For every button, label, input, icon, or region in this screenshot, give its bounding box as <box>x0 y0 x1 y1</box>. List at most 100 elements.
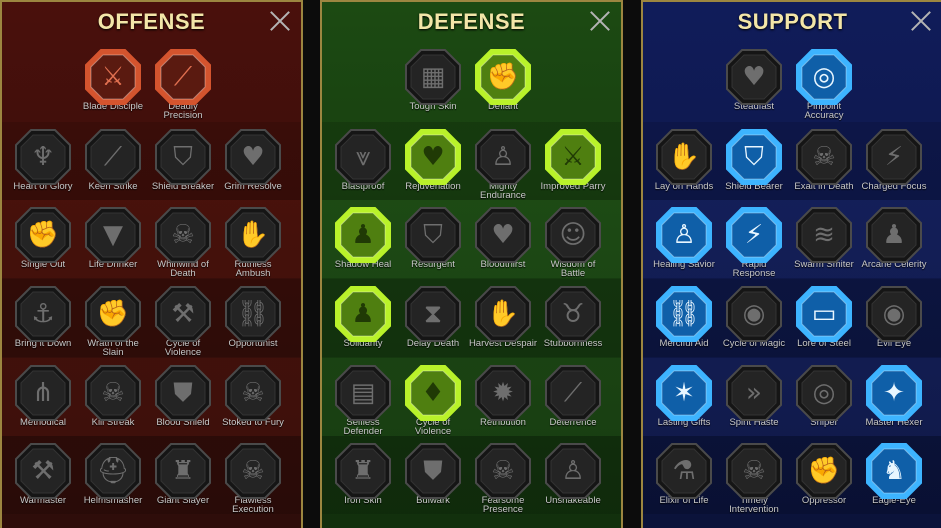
skill-evil-eye[interactable]: ◉ Evil Eye <box>859 285 929 348</box>
skill-flawless-execution[interactable]: ☠ Flawless Execution <box>218 442 288 514</box>
skill-blastproof[interactable]: ⩔ Blastproof <box>328 128 398 191</box>
skill-charged-focus[interactable]: ⚡ Charged Focus <box>859 128 929 191</box>
skill-defiant[interactable]: ✊ Defiant <box>468 48 538 111</box>
skill-retribution[interactable]: ✹ Retribution <box>468 364 538 427</box>
skill-octagon: ▦ <box>404 48 462 106</box>
skill-heart-of-glory[interactable]: ♆ Heart of Glory <box>8 128 78 191</box>
skill-helmsmasher[interactable]: ⛑ Helmsmasher <box>78 442 148 505</box>
skill-shadow-heal[interactable]: ♟ Shadow Heal <box>328 206 398 269</box>
skill-improved-parry[interactable]: ⚔ Improved Parry <box>538 128 608 191</box>
skill-single-out[interactable]: ✊ Single Out <box>8 206 78 269</box>
skill-merciful-aid[interactable]: ⛓ Merciful Aid <box>649 285 719 348</box>
charged-arm-icon: ⚡ <box>884 142 904 172</box>
skill-pinpoint-accuracy[interactable]: ◎ Pinpoint Accuracy <box>789 48 859 120</box>
skill-delay-death[interactable]: ⧗ Delay Death <box>398 285 468 348</box>
skill-shield-bearer[interactable]: ⛉ Shield Bearer <box>719 128 789 191</box>
skill-octagon: ⋔ <box>14 364 72 422</box>
skill-shield-breaker[interactable]: ⛉ Shield Breaker <box>148 128 218 191</box>
skill-selfless-defender[interactable]: ▤ Selfless Defender <box>328 364 398 436</box>
skill-lay-on-hands[interactable]: ✋ Lay on Hands <box>649 128 719 191</box>
skill-octagon: ◎ <box>795 48 853 106</box>
skill-swarm-smiter[interactable]: ≋ Swarm Smiter <box>789 206 859 269</box>
skill-wisdom-of-battle[interactable]: ☺ Wisdom of Battle <box>538 206 608 278</box>
skill-cycle-of-magic[interactable]: ◉ Cycle of Magic <box>719 285 789 348</box>
skill-bring-it-down[interactable]: ⚓ Bring it Down <box>8 285 78 348</box>
skill-blood-shield[interactable]: ⛊ Blood Shield <box>148 364 218 427</box>
support-panel: SUPPORT ♥ Steadfast ◎ Pinpoint Accuracy ✋ Lay… <box>641 0 941 528</box>
skill-octagon: ♟ <box>334 206 392 264</box>
panel-title: DEFENSE <box>417 9 526 34</box>
skill-stoked-to-fury[interactable]: ☠ Stoked to Fury <box>218 364 288 427</box>
skill-blade-disciple[interactable]: ⚔ Blade Disciple <box>78 48 148 111</box>
skill-iron-skin[interactable]: ♜ Iron Skin <box>328 442 398 505</box>
skill-sniper[interactable]: ◎ Sniper <box>789 364 859 427</box>
skill-unshakeable[interactable]: ♙ Unshakeable <box>538 442 608 505</box>
skill-octagon: ⟋ <box>84 128 142 186</box>
skill-lasting-gifts[interactable]: ✶ Lasting Gifts <box>649 364 719 427</box>
skill-lore-of-steel[interactable]: ▭ Lore of Steel <box>789 285 859 348</box>
skill-spirit-haste[interactable]: » Spirit Haste <box>719 364 789 427</box>
skill-elixir-of-life[interactable]: ⚗ Elixir of Life <box>649 442 719 505</box>
skill-timely-intervention[interactable]: ☠ Timely Intervention <box>719 442 789 514</box>
skill-wrath-of-the-slain[interactable]: ✊ Wrath of the Slain <box>78 285 148 357</box>
skill-octagon: ⩔ <box>334 128 392 186</box>
skill-octagon: ⛑ <box>84 442 142 500</box>
flexing-warrior-icon: ♙ <box>561 456 585 486</box>
crushing-fist-icon: ✊ <box>807 456 841 486</box>
skill-keen-strike[interactable]: ⟋ Keen Strike <box>78 128 148 191</box>
skill-cycle-of-violence[interactable]: ♦ Cycle of Violence <box>398 364 468 436</box>
skill-deadly-precision[interactable]: ⟋ Deadly Precision <box>148 48 218 120</box>
skill-steadfast[interactable]: ♥ Steadfast <box>719 48 789 111</box>
skill-healing-savior[interactable]: ♙ Healing Savior <box>649 206 719 269</box>
skill-kill-streak[interactable]: ☠ Kill Streak <box>78 364 148 427</box>
raised-fist-icon: ✊ <box>486 62 520 92</box>
close-icon[interactable] <box>910 10 932 32</box>
chained-figure-icon: ⛓ <box>667 299 701 329</box>
lightning-icon: ⚡ <box>744 220 764 250</box>
skill-fearsome-presence[interactable]: ☠ Fearsome Presence <box>468 442 538 514</box>
skill-solidarity[interactable]: ♟ Solidarity <box>328 285 398 348</box>
close-icon[interactable] <box>269 10 291 32</box>
skill-giant-slayer[interactable]: ♜ Giant Slayer <box>148 442 218 505</box>
skill-grim-resolve[interactable]: ♥ Grim Resolve <box>218 128 288 191</box>
skill-deterrence[interactable]: ⟋ Deterrence <box>538 364 608 427</box>
skill-mighty-endurance[interactable]: ♙ Mighty Endurance <box>468 128 538 200</box>
skill-exalt-in-death[interactable]: ☠ Exalt in Death <box>789 128 859 191</box>
spiked-heart-icon: ♥ <box>241 142 265 172</box>
skill-methodical[interactable]: ⋔ Methodical <box>8 364 78 427</box>
skill-rapid-response[interactable]: ⚡ Rapid Response <box>719 206 789 278</box>
skill-octagon: ◉ <box>865 285 923 343</box>
skill-warmaster[interactable]: ⚒ Warmaster <box>8 442 78 505</box>
skill-opportunist[interactable]: ⛓ Opportunist <box>218 285 288 348</box>
skill-ruthless-ambush[interactable]: ✋ Ruthless Ambush <box>218 206 288 278</box>
skill-octagon: ♦ <box>404 364 462 422</box>
skill-oppressor[interactable]: ✊ Oppressor <box>789 442 859 505</box>
broken-shield-icon: ⛉ <box>173 142 193 172</box>
magic-orb-icon: ◉ <box>742 299 766 329</box>
skill-master-hexer[interactable]: ✦ Master Hexer <box>859 364 929 427</box>
skill-octagon: ⛓ <box>224 285 282 343</box>
skill-eagle-eye[interactable]: ♞ Eagle-Eye <box>859 442 929 505</box>
skill-octagon: ▤ <box>334 364 392 422</box>
skill-stubbornness[interactable]: ♉ Stubbornness <box>538 285 608 348</box>
skill-resurgent[interactable]: ⛉ Resurgent <box>398 206 468 269</box>
skill-octagon: ♟ <box>865 206 923 264</box>
flaming-skull-icon: ☠ <box>241 378 265 408</box>
skill-cycle-of-violence[interactable]: ⚒ Cycle of Violence <box>148 285 218 357</box>
grabbing-hand-icon: ✋ <box>236 220 270 250</box>
skill-harvest-despair[interactable]: ✋ Harvest Despair <box>468 285 538 348</box>
skill-octagon: ✋ <box>224 206 282 264</box>
skill-rejuvenation[interactable]: ♥ Rejuvenation <box>398 128 468 191</box>
vortex-icon: ≋ <box>813 220 835 250</box>
drop-sword-icon: ⚓ <box>31 299 55 329</box>
skill-life-drinker[interactable]: ▼ Life Drinker <box>78 206 148 269</box>
shadow-figure-icon: ♟ <box>351 220 375 250</box>
skill-octagon: ⟋ <box>154 48 212 106</box>
close-icon[interactable] <box>589 10 611 32</box>
skill-bloodthirst[interactable]: ♥ Bloodthirst <box>468 206 538 269</box>
skill-arcane-celerity[interactable]: ♟ Arcane Celerity <box>859 206 929 269</box>
skill-tough-skin[interactable]: ▦ Tough Skin <box>398 48 468 111</box>
muscle-torso-icon: ♙ <box>491 142 515 172</box>
skill-bulwark[interactable]: ⛊ Bulwark <box>398 442 468 505</box>
skill-whirlwind-of-death[interactable]: ☠ Whirlwind of Death <box>148 206 218 278</box>
